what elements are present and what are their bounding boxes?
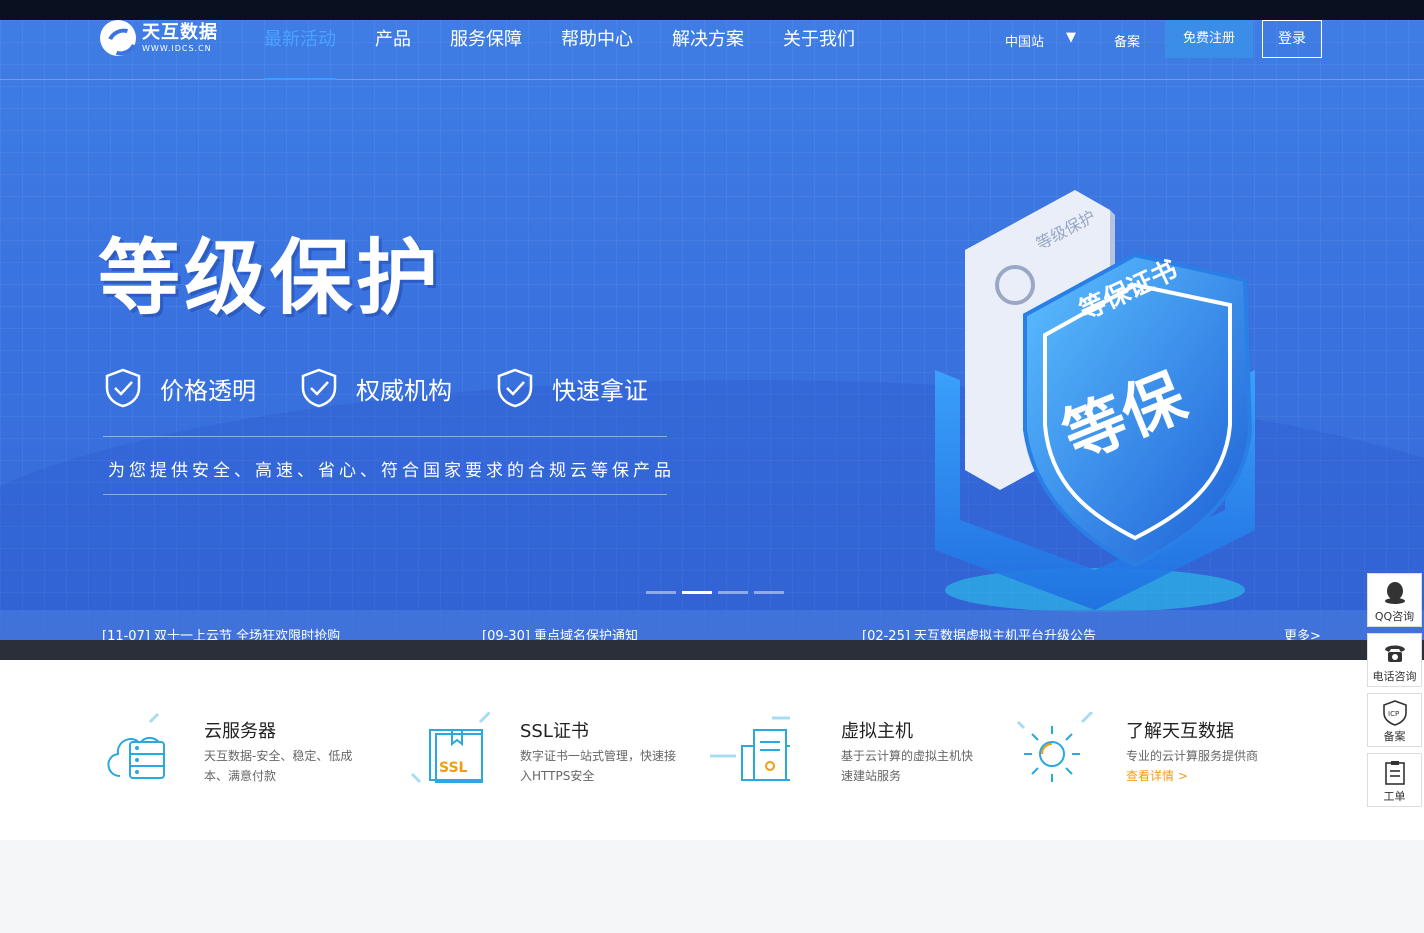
nav-item-about[interactable]: 关于我们 [783, 20, 855, 80]
ssl-certificate-icon: SSL [410, 712, 490, 784]
side-label: 工单 [1383, 790, 1406, 803]
shield-check-icon [105, 368, 141, 408]
hero-banner: 等级保护 价格透明 权威机构 快速拿证 为您提供安全、高速、省心、符合国家要求的… [0, 20, 1424, 640]
hero-features: 价格透明 权威机构 快速拿证 [104, 368, 692, 408]
beian-link[interactable]: 备案 [1114, 31, 1140, 50]
nav-item-service[interactable]: 服务保障 [450, 20, 522, 80]
news-bottom-bar [0, 640, 1424, 660]
hero-title: 等级保护 [98, 231, 443, 326]
product-desc: 数字证书一站式管理，快速接入HTTPS安全 [520, 749, 677, 783]
cloud-server-icon [107, 712, 165, 779]
logo-text-cn: 天互数据 [142, 21, 218, 43]
nav-item-latest[interactable]: 最新活动 [264, 20, 336, 80]
product-desc: 专业的云计算服务提供商 查看详情 > [1126, 746, 1276, 786]
shield-check-icon [301, 368, 337, 408]
slider-dot[interactable] [754, 591, 784, 594]
site-selector[interactable]: 中国站 [1005, 31, 1044, 50]
qq-icon [1384, 582, 1405, 604]
side-qq-consult[interactable]: QQ咨询 [1367, 573, 1422, 627]
nav-item-solutions[interactable]: 解决方案 [672, 20, 744, 80]
icp-icon: ICP [1382, 700, 1407, 726]
shield-check-icon [497, 368, 533, 408]
virtual-host-icon [710, 716, 790, 781]
product-title: SSL证书 [520, 721, 589, 742]
product-desc: 基于云计算的虚拟主机快速建站服务 [841, 749, 974, 783]
nav-item-help[interactable]: 帮助中心 [561, 20, 633, 80]
side-phone-consult[interactable]: 电话咨询 [1367, 633, 1422, 687]
sun-icon [1016, 712, 1094, 782]
news-ticker: [11-07] 双十一上云节 全场狂欢限时抢购 [09-30] 重点域名保护通知… [0, 610, 1424, 644]
divider [103, 436, 667, 437]
feature-label: 价格透明 [160, 376, 256, 405]
feature-item: 快速拿证 [496, 368, 648, 408]
ticket-icon [1384, 761, 1405, 785]
view-details-link[interactable]: 查看详情 > [1126, 769, 1188, 783]
side-label: QQ咨询 [1374, 610, 1415, 623]
slider-dot[interactable] [646, 591, 676, 594]
divider [103, 494, 667, 495]
site-logo[interactable]: 天互数据 WWW.IDCS.CN [100, 20, 218, 56]
register-button[interactable]: 免费注册 [1165, 20, 1253, 58]
main-menu: 最新活动 产品 服务保障 帮助中心 解决方案 关于我们 [264, 20, 894, 80]
product-desc: 天互数据-安全、稳定、低成本、满意付款 [204, 749, 353, 783]
feature-item: 价格透明 [104, 368, 256, 408]
feature-label: 快速拿证 [552, 376, 648, 405]
side-label: 备案 [1383, 730, 1406, 743]
ssl-badge-text: SSL [439, 760, 468, 776]
product-title: 虚拟主机 [841, 721, 913, 742]
side-label: 电话咨询 [1372, 670, 1417, 683]
feature-label: 权威机构 [356, 376, 452, 405]
security-certificate-illustration: 等级保护 等保证书 等保 [935, 190, 1255, 612]
side-icp[interactable]: ICP 备案 [1367, 693, 1422, 747]
product-row: 云服务器 天互数据-安全、稳定、低成本、满意付款 SSL SSL证书 数字证书一… [0, 660, 1424, 840]
feature-item: 权威机构 [300, 368, 452, 408]
side-ticket[interactable]: 工单 [1367, 753, 1422, 807]
logo-text-en: WWW.IDCS.CN [142, 43, 212, 53]
nav-item-products[interactable]: 产品 [375, 20, 411, 80]
product-title: 云服务器 [204, 721, 276, 742]
browser-top-strip [0, 0, 1424, 20]
hero-subtitle: 为您提供安全、高速、省心、符合国家要求的合规云等保产品 [108, 461, 675, 481]
slider-dot[interactable] [682, 591, 712, 594]
slider-dots [646, 591, 784, 594]
slider-dot[interactable] [718, 591, 748, 594]
login-button[interactable]: 登录 [1262, 20, 1322, 58]
icp-badge-text: ICP [1388, 710, 1399, 718]
top-nav: 天互数据 WWW.IDCS.CN 最新活动 产品 服务保障 帮助中心 解决方案 … [0, 20, 1424, 80]
phone-icon [1384, 645, 1405, 662]
product-desc-text: 专业的云计算服务提供商 [1126, 749, 1259, 763]
product-title: 了解天互数据 [1126, 721, 1234, 742]
logo-icon [100, 20, 136, 56]
chevron-down-icon[interactable]: ▼ [1066, 30, 1076, 45]
